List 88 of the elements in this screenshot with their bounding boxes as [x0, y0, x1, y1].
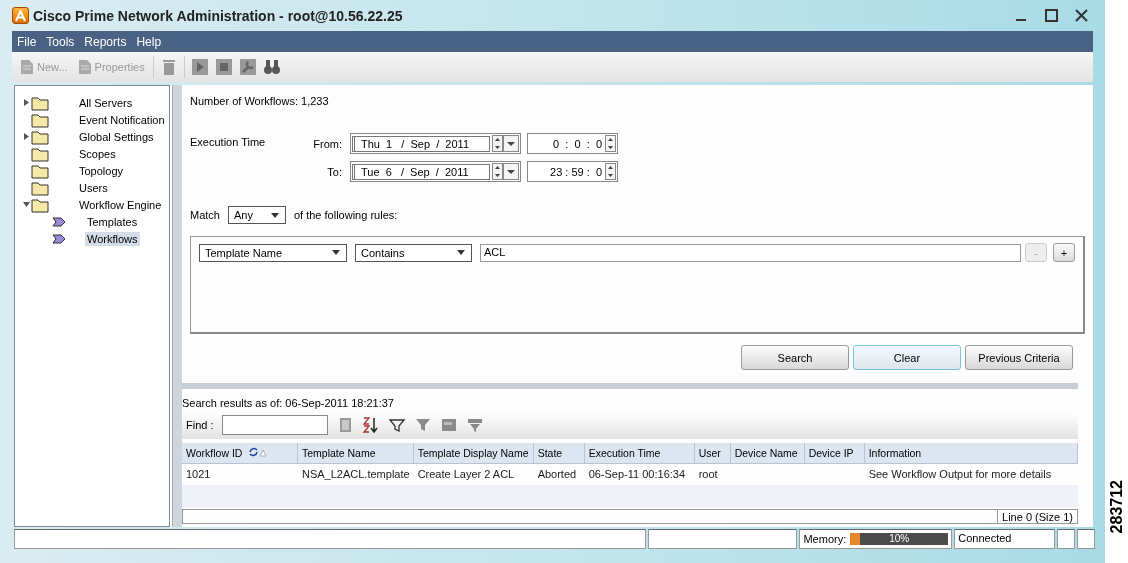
window-title: Cisco Prime Network Administration - root@10.56.22.25: [33, 7, 403, 24]
find-label: Find :: [186, 419, 214, 431]
rules-caption: of the following rules:: [293, 209, 398, 221]
panel-icon[interactable]: [439, 416, 458, 434]
folder-icon: [31, 196, 49, 213]
tree-item[interactable]: Workflows: [85, 231, 140, 246]
results-timestamp: Search results as of: 06-Sep-2011 18:21:37: [182, 397, 395, 409]
menu-item[interactable]: Tools: [46, 34, 75, 49]
figure-number: 283712: [1106, 479, 1126, 533]
memory-reading: 10%: [888, 533, 911, 545]
column-header[interactable]: Template Display Name: [413, 443, 534, 464]
table-cell-text: NSA_L2ACL.template: [301, 467, 411, 482]
action-button[interactable]: Search: [741, 345, 849, 370]
tree-item[interactable]: Topology: [77, 163, 126, 178]
tree-item[interactable]: Users: [77, 180, 110, 195]
tree-item[interactable]: Global Settings: [77, 129, 156, 144]
column-header[interactable]: Execution Time: [584, 443, 695, 464]
maximize-icon[interactable]: [1043, 6, 1061, 25]
folder-icon: [31, 179, 49, 196]
menu-item[interactable]: Reports: [84, 34, 127, 49]
sort-ascending-icon: [248, 447, 269, 457]
folder-icon: [31, 128, 49, 145]
folder-icon: [31, 162, 49, 179]
dropdown[interactable]: Template Name: [199, 243, 347, 262]
table-cell-text: Aborted: [536, 467, 578, 482]
dropdown-arrow-icon: [457, 250, 465, 255]
tree-item[interactable]: Templates: [85, 214, 140, 229]
document-icon: [20, 59, 34, 75]
table-cell-text: root: [697, 467, 719, 482]
spinner-arrows-icon[interactable]: [492, 163, 503, 180]
play-icon[interactable]: [190, 58, 209, 76]
execution-time-label: Execution Time: [190, 135, 267, 150]
folder-icon: [31, 111, 49, 128]
menu-item[interactable]: File: [17, 34, 37, 49]
spinner-arrows-icon[interactable]: [492, 135, 503, 152]
dropdown-arrow-icon: [270, 212, 279, 218]
funnel-icon[interactable]: [465, 416, 484, 434]
table-cell-text: 06-Sep-11 00:16:34: [587, 467, 687, 482]
workflow-icon: [51, 231, 67, 246]
find-field[interactable]: [221, 415, 328, 435]
app-logo-icon: [12, 7, 29, 24]
status-field: [1077, 529, 1095, 549]
filter-icon[interactable]: [387, 416, 406, 434]
column-header[interactable]: Template Name: [298, 443, 414, 464]
tree-item[interactable]: Event Notification: [77, 112, 167, 127]
table-cell-text: See Workflow Output for more details: [867, 467, 1053, 482]
tree-item[interactable]: Workflow Engine: [77, 197, 164, 212]
rule-value-field[interactable]: ACL: [480, 243, 1021, 262]
sort-icon[interactable]: [361, 416, 380, 434]
date-label: From:: [312, 137, 343, 150]
workflow-icon: [51, 214, 67, 229]
column-header[interactable]: Workflow ID: [182, 443, 298, 464]
connection-status: Connected: [954, 529, 1056, 549]
dropdown-arrow-icon: [332, 250, 340, 255]
action-button[interactable]: Clear: [853, 345, 961, 370]
dropdown[interactable]: Any: [227, 206, 286, 224]
date-field[interactable]: Tue 6 / Sep / 2011: [352, 163, 490, 180]
column-header[interactable]: Device IP: [804, 443, 865, 464]
folder-icon: [31, 145, 49, 162]
column-header[interactable]: State: [533, 443, 585, 464]
spinner-arrows-icon[interactable]: [605, 163, 616, 180]
column-header[interactable]: Device Name: [730, 443, 805, 464]
expand-arrow-icon[interactable]: [21, 133, 31, 140]
collapse-arrow-icon[interactable]: [21, 201, 31, 208]
stop-icon[interactable]: [214, 58, 233, 76]
row-count: Line 0 (Size 1): [997, 510, 1077, 523]
action-button[interactable]: Previous Criteria: [965, 345, 1073, 370]
expand-arrow-icon[interactable]: [21, 99, 31, 106]
add-rule-button[interactable]: +: [1053, 243, 1075, 262]
wrench-icon[interactable]: [238, 58, 257, 76]
match-label: Match: [190, 209, 220, 221]
table-cell-text: Create Layer 2 ACL: [416, 467, 516, 482]
memory-label: Memory:: [803, 533, 847, 545]
table-cell-text: 1021: [185, 467, 212, 482]
status-field: [1057, 529, 1075, 549]
column-header[interactable]: User: [694, 443, 731, 464]
column-header[interactable]: Information: [864, 443, 1078, 464]
menu-item[interactable]: Help: [136, 34, 162, 49]
binoculars-icon[interactable]: [262, 58, 281, 76]
date-label: To:: [326, 165, 343, 178]
tree-item[interactable]: Scopes: [77, 146, 118, 161]
workflow-count: Number of Workflows: 1,233: [190, 95, 330, 107]
date-field[interactable]: Thu 1 / Sep / 2011: [352, 135, 490, 152]
tree-item[interactable]: All Servers: [77, 95, 135, 110]
dropdown[interactable]: Contains: [355, 243, 472, 262]
spinner-arrows-icon[interactable]: [605, 135, 616, 152]
document-icon: [77, 59, 92, 75]
folder-icon: [31, 94, 49, 111]
